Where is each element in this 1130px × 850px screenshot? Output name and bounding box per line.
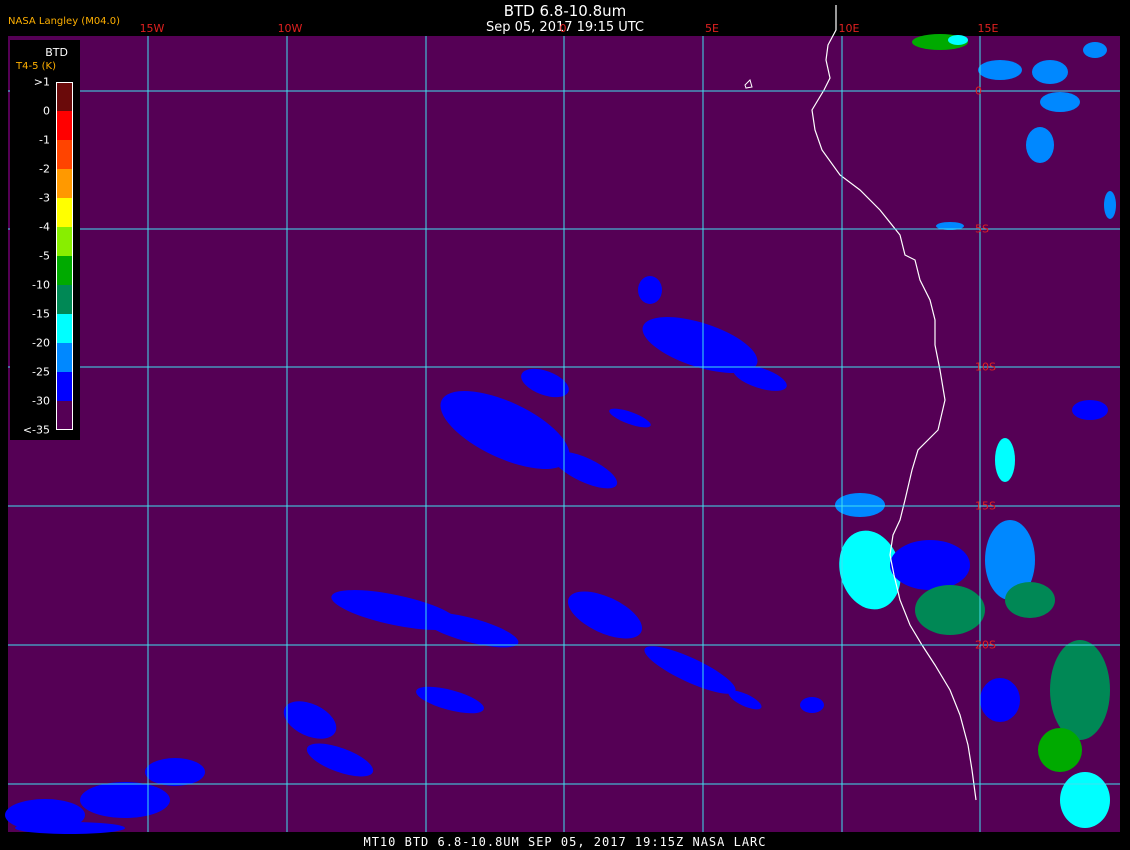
legend-swatch bbox=[56, 256, 73, 285]
legend-swatch bbox=[56, 227, 73, 256]
cloud-patch-ne-green bbox=[912, 34, 968, 50]
legend-subtitle: T4-5 (K) bbox=[16, 61, 56, 72]
legend-swatch bbox=[56, 343, 73, 372]
legend-swatch bbox=[56, 285, 73, 314]
lat-label-15s: 15S bbox=[975, 499, 996, 513]
legend-swatch bbox=[56, 314, 73, 343]
legend-tick-label: -25 bbox=[32, 365, 50, 379]
map-canvas bbox=[5, 5, 1120, 834]
legend-tick-label: -30 bbox=[32, 394, 50, 408]
legend-tick-label: 0 bbox=[43, 104, 50, 118]
legend-swatch bbox=[56, 198, 73, 227]
color-legend: BTD T4-5 (K) >1 0 -1 -2 -3 -4 -5 -10 -15 -20 -25 -3… bbox=[10, 40, 80, 440]
legend-swatch bbox=[56, 372, 73, 401]
legend-swatch bbox=[56, 169, 73, 198]
lon-label-15e: 15E bbox=[977, 22, 999, 35]
satellite-map: NASA Langley (M04.0) BTD 6.8-10.8um Sep … bbox=[0, 0, 1130, 850]
lon-label-10w: 10W bbox=[277, 22, 303, 35]
legend-tick-label: -15 bbox=[32, 307, 50, 321]
product-title: BTD 6.8-10.8um bbox=[503, 2, 627, 20]
footer-caption: MT10 BTD 6.8-10.8UM SEP 05, 2017 19:15Z … bbox=[363, 835, 767, 849]
lat-label-5s: 5S bbox=[975, 222, 989, 236]
legend-tick-label: <-35 bbox=[22, 423, 50, 437]
legend-variable: BTD bbox=[45, 46, 68, 59]
lon-label-15w: 15W bbox=[139, 22, 165, 35]
legend-swatch bbox=[56, 111, 73, 140]
legend-tick-label: -10 bbox=[32, 278, 50, 292]
legend-tick-label: -2 bbox=[39, 162, 50, 176]
lat-label-0: 0 bbox=[975, 84, 982, 98]
lon-label-5e: 5E bbox=[705, 22, 719, 35]
legend-swatch bbox=[56, 82, 73, 111]
legend-tick-label: -4 bbox=[39, 220, 50, 234]
lat-label-10s: 10S bbox=[975, 360, 996, 374]
legend-swatch bbox=[56, 401, 73, 430]
legend-tick-label: -3 bbox=[39, 191, 50, 205]
legend-tick-label: -5 bbox=[39, 249, 50, 263]
legend-tick-label: -1 bbox=[39, 133, 50, 147]
legend-tick-label: >1 bbox=[33, 75, 50, 89]
lat-label-20s: 20S bbox=[975, 638, 996, 652]
lon-label-0: 0 bbox=[559, 22, 567, 35]
lon-label-10e: 10E bbox=[838, 22, 860, 35]
legend-tick-label: -20 bbox=[32, 336, 50, 350]
legend-swatch bbox=[56, 140, 73, 169]
